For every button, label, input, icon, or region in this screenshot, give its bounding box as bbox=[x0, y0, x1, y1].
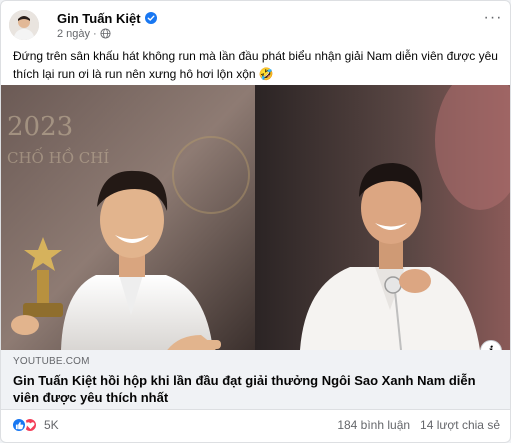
backdrop-text: CHỐ HỒ CHÍ bbox=[7, 147, 109, 167]
globe-icon bbox=[100, 28, 111, 39]
avatar[interactable] bbox=[9, 10, 39, 40]
link-domain: YOUTUBE.COM bbox=[13, 356, 90, 367]
link-preview[interactable]: YOUTUBE.COM Gin Tuấn Kiệt hồi hộp khi lầ… bbox=[1, 350, 510, 410]
verified-badge-icon bbox=[144, 12, 157, 24]
reaction-count: 5K bbox=[44, 418, 59, 432]
more-options-button[interactable]: ··· bbox=[480, 5, 506, 31]
laughing-emoji-icon: 🤣 bbox=[258, 67, 274, 81]
photo-right[interactable] bbox=[255, 85, 510, 350]
engagement-bar: 5K 184 bình luận 14 lượt chia sẻ bbox=[11, 414, 500, 436]
reaction-summary[interactable]: 5K bbox=[11, 417, 59, 433]
link-title[interactable]: Gin Tuấn Kiệt hồi hộp khi lần đầu đạt gi… bbox=[13, 372, 483, 406]
post-text: Đứng trên sân khấu hát không run mà lần … bbox=[13, 47, 501, 83]
post-body: Đứng trên sân khấu hát không run mà lần … bbox=[13, 49, 498, 81]
backdrop-year: 2023 bbox=[7, 112, 73, 142]
photo-grid[interactable]: 2023 CHỐ HỒ CHÍ bbox=[1, 85, 510, 350]
post-meta: Gin Tuấn Kiệt 2 ngày · bbox=[57, 11, 157, 40]
timestamp-row: 2 ngày · bbox=[57, 28, 157, 40]
shares-count-link[interactable]: 14 lượt chia sẻ bbox=[420, 418, 500, 432]
like-reaction-icon bbox=[11, 417, 27, 433]
author-name[interactable]: Gin Tuấn Kiệt bbox=[57, 11, 141, 26]
more-dots-icon: ··· bbox=[483, 9, 503, 26]
post-card: Gin Tuấn Kiệt 2 ngày · ··· Đứng trên sân… bbox=[0, 0, 511, 443]
post-header: Gin Tuấn Kiệt 2 ngày · bbox=[9, 7, 502, 43]
author-row: Gin Tuấn Kiệt bbox=[57, 11, 157, 26]
photo-left[interactable]: 2023 CHỐ HỒ CHÍ bbox=[1, 85, 255, 350]
post-time[interactable]: 2 ngày bbox=[57, 28, 90, 40]
comments-count-link[interactable]: 184 bình luận bbox=[337, 418, 410, 432]
